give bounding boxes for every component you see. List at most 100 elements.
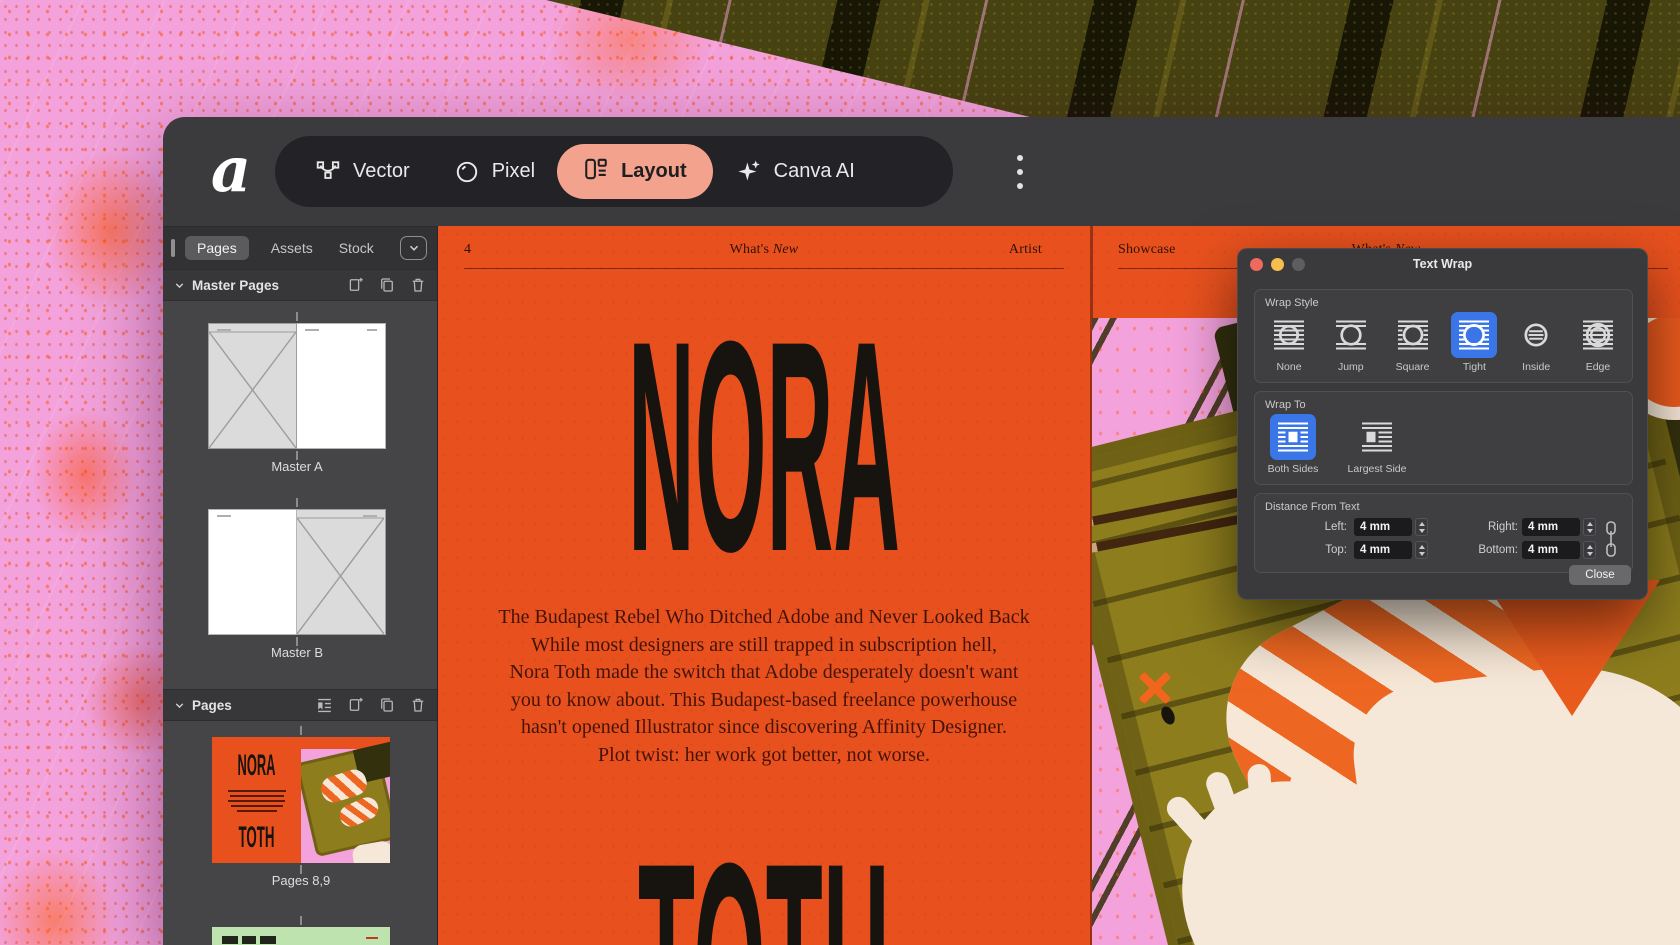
add-page-icon[interactable] <box>347 276 365 294</box>
next-pages-thumbnail[interactable] <box>212 927 390 945</box>
left-stepper[interactable] <box>1415 518 1428 536</box>
persona-canva-ai[interactable]: Canva AI <box>713 158 877 185</box>
right-distance-input[interactable] <box>1522 518 1580 536</box>
panel-collapse-button[interactable] <box>400 236 427 260</box>
placeholder-x <box>297 510 384 634</box>
overflow-menu-button[interactable] <box>1008 150 1032 194</box>
running-header-artist: Artist <box>1009 242 1042 258</box>
section-icon[interactable] <box>315 696 334 715</box>
wrap-option-label: Tight <box>1463 361 1486 373</box>
top-distance-input[interactable] <box>1354 541 1412 559</box>
sparkles-icon <box>735 158 762 185</box>
wrap-inside-icon <box>1518 317 1554 353</box>
page-8-thumb: NORA TOTH <box>212 737 301 863</box>
wrap-option-label: None <box>1276 361 1301 373</box>
left-distance-input[interactable] <box>1354 518 1412 536</box>
wrap-option-label: Edge <box>1586 361 1611 373</box>
master-b-label: Master B <box>208 645 386 660</box>
right-field-label: Right: <box>1430 518 1518 536</box>
wrap-jump-icon <box>1333 317 1369 353</box>
next-right-page <box>301 927 390 945</box>
wrap-to-option-both-sides[interactable]: Both Sides <box>1260 414 1326 475</box>
add-page-icon[interactable] <box>347 696 365 714</box>
delete-icon[interactable] <box>409 276 427 294</box>
left-field-label: Left: <box>1263 518 1347 536</box>
wrap-style-option-square[interactable]: Square <box>1384 312 1442 373</box>
master-b-left-page <box>208 509 297 635</box>
header-whats: What's <box>730 242 773 257</box>
close-button[interactable]: Close <box>1569 565 1631 585</box>
headline-nora: NORA <box>628 326 900 558</box>
wrap-style-option-tight[interactable]: Tight <box>1445 312 1503 373</box>
wrap-option-label: Both Sides <box>1268 463 1319 475</box>
wrap-option-label: Largest Side <box>1348 463 1407 475</box>
svg-text:TOTH: TOTH <box>239 823 275 849</box>
panel-tabs: Pages Assets Stock <box>163 227 437 269</box>
next-left-page <box>212 927 301 945</box>
header-new: New <box>773 242 799 257</box>
dialog-titlebar[interactable]: Text Wrap <box>1238 249 1647 279</box>
persona-pixel-label: Pixel <box>492 160 535 183</box>
header-rule-left <box>464 268 1064 269</box>
wrap-edge-icon <box>1580 317 1616 353</box>
paragraph-line: Nora Toth made the switch that Adobe des… <box>438 659 1090 687</box>
text-wrap-dialog: Text Wrap Wrap Style None Ju <box>1237 248 1648 600</box>
master-a-left-page <box>208 323 297 449</box>
kebab-menu-icon <box>1015 151 1025 193</box>
dialog-title: Text Wrap <box>1238 257 1647 271</box>
chevron-down-icon <box>173 279 186 292</box>
duplicate-icon[interactable] <box>378 276 396 294</box>
wrap-to-option-largest-side[interactable]: Largest Side <box>1340 414 1414 475</box>
wrap-style-option-none[interactable]: None <box>1260 312 1318 373</box>
section-title-master-pages: Master Pages <box>192 278 279 293</box>
persona-canva-ai-label: Canva AI <box>774 160 855 183</box>
affinity-logo: a <box>203 135 259 205</box>
delete-icon[interactable] <box>409 696 427 714</box>
headline-nora-frame[interactable]: NORA <box>438 326 1090 558</box>
wrap-style-option-edge[interactable]: Edge <box>1569 312 1627 373</box>
thumb-headline-nora: NORA <box>212 751 301 777</box>
top-stepper[interactable] <box>1415 541 1428 559</box>
master-a-thumbnail[interactable] <box>208 323 386 449</box>
headline-toth-frame[interactable]: TOTH <box>438 848 1090 945</box>
tab-assets[interactable]: Assets <box>267 236 317 260</box>
wrap-both-sides-icon <box>1275 419 1311 455</box>
duplicate-icon[interactable] <box>378 696 396 714</box>
wrap-style-option-jump[interactable]: Jump <box>1322 312 1380 373</box>
wrap-tight-icon <box>1456 317 1492 353</box>
paragraph-line: The Budapest Rebel Who Ditched Adobe and… <box>438 604 1090 632</box>
section-header-pages[interactable]: Pages <box>163 689 437 721</box>
wrap-option-label: Jump <box>1338 361 1364 373</box>
chevron-down-icon <box>173 699 186 712</box>
master-a-right-page <box>297 323 386 449</box>
link-values-icon[interactable] <box>1603 519 1619 559</box>
placeholder-x <box>209 324 296 448</box>
article-paragraph[interactable]: The Budapest Rebel Who Ditched Adobe and… <box>438 604 1090 770</box>
pixel-circle-icon <box>454 159 480 185</box>
tab-pages[interactable]: Pages <box>185 236 249 260</box>
section-header-master-pages[interactable]: Master Pages <box>163 269 437 301</box>
persona-vector[interactable]: Vector <box>293 159 432 185</box>
tab-stock[interactable]: Stock <box>335 236 378 260</box>
pages-8-9-thumbnail[interactable]: NORA TOTH <box>212 737 390 863</box>
master-b-thumbnail[interactable] <box>208 509 386 635</box>
bottom-distance-input[interactable] <box>1522 541 1580 559</box>
persona-layout[interactable]: Layout <box>557 144 713 199</box>
svg-text:NORA: NORA <box>238 751 276 777</box>
persona-pixel[interactable]: Pixel <box>432 159 557 185</box>
wrap-none-icon <box>1271 317 1307 353</box>
bottom-stepper[interactable] <box>1583 541 1596 559</box>
panel-drag-handle[interactable] <box>171 239 175 257</box>
vector-node-icon <box>315 159 341 185</box>
top-field-label: Top: <box>1263 541 1347 559</box>
paragraph-line: you to know about. This Budapest-based f… <box>438 687 1090 715</box>
bottom-field-label: Bottom: <box>1430 541 1518 559</box>
right-stepper[interactable] <box>1583 518 1596 536</box>
persona-switcher: Vector Pixel <box>275 136 953 207</box>
wrap-largest-side-icon <box>1359 419 1395 455</box>
persona-vector-label: Vector <box>353 160 410 183</box>
wrap-style-option-inside[interactable]: Inside <box>1507 312 1565 373</box>
wrap-to-selected <box>1270 414 1316 460</box>
layout-pages-icon <box>583 156 609 188</box>
wrap-option-label: Inside <box>1522 361 1550 373</box>
